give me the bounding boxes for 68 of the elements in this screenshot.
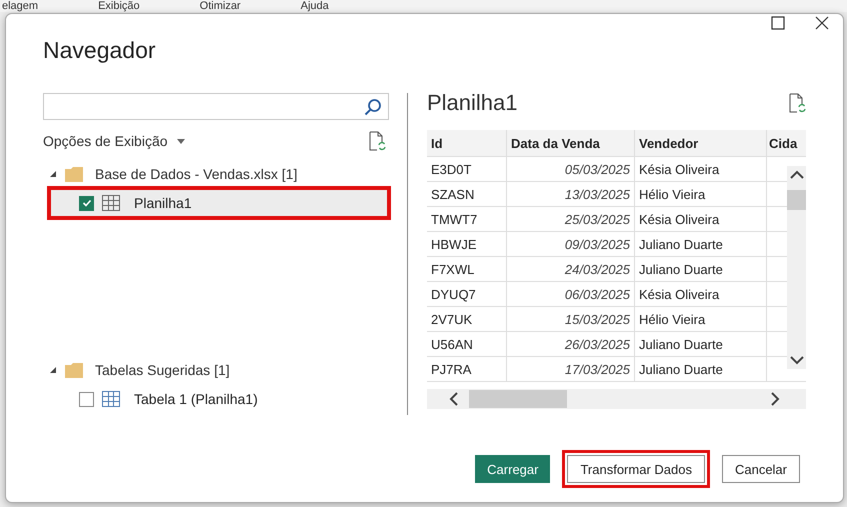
table-cell: Hélio Vieira [635, 307, 767, 331]
display-options-dropdown[interactable]: Opções de Exibição [43, 133, 168, 149]
table-cell: 09/03/2025 [507, 232, 635, 256]
table-cell: E3D0T [427, 157, 507, 181]
table-cell: Késia Oliveira [635, 157, 767, 181]
caret-icon[interactable] [176, 138, 185, 144]
column-header: Id [427, 130, 507, 156]
scroll-up-icon[interactable] [790, 170, 804, 180]
folder-icon [65, 362, 83, 378]
table-cell: U56AN [427, 332, 507, 356]
refresh-file-icon[interactable] [369, 131, 387, 151]
table-cell: SZASN [427, 182, 507, 206]
table-cell: 26/03/2025 [507, 332, 635, 356]
table-cell: 15/03/2025 [507, 307, 635, 331]
table-cell: F7XWL [427, 257, 507, 281]
expander-icon[interactable] [49, 366, 57, 374]
menu-item[interactable]: Exibição [98, 0, 140, 12]
scroll-right-icon[interactable] [770, 392, 780, 406]
tree-item[interactable]: Tabela 1 (Planilha1) [49, 384, 389, 414]
table-cell: 17/03/2025 [507, 357, 635, 381]
dialog-button[interactable]: Carregar [475, 455, 550, 483]
scroll-down-icon[interactable] [790, 355, 804, 365]
scroll-left-icon[interactable] [449, 392, 459, 406]
menu-item[interactable]: Otimizar [200, 0, 241, 12]
table-cell: 2V7UK [427, 307, 507, 331]
scrollbar-thumb[interactable] [787, 190, 806, 210]
expander-icon[interactable] [49, 170, 57, 178]
checkbox[interactable] [79, 196, 94, 210]
window-title: Navegador [42, 37, 157, 65]
column-header: Vendedor [635, 130, 767, 156]
column-header: Cida [768, 134, 798, 152]
tree-group-label[interactable]: Tabelas Sugeridas [1] [95, 362, 230, 378]
table-icon [102, 195, 120, 211]
checkmark-icon [82, 198, 92, 208]
maximize-icon[interactable] [771, 16, 785, 30]
close-icon[interactable] [815, 16, 829, 30]
table-cell: DYUQ7 [427, 282, 507, 306]
table-cell: Juliano Duarte [635, 257, 767, 281]
tree-group-label[interactable]: Base de Dados - Vendas.xlsx [1] [95, 166, 298, 182]
table-icon [102, 391, 120, 407]
column-header: Data da Venda [507, 130, 635, 156]
table-cell: 05/03/2025 [507, 157, 635, 181]
table-cell: HBWJE [427, 232, 507, 256]
search-field[interactable] [43, 93, 389, 120]
table-cell: 24/03/2025 [507, 257, 635, 281]
dialog-button[interactable]: Cancelar [722, 455, 800, 483]
search-icon [364, 98, 382, 116]
table-cell: Késia Oliveira [635, 207, 767, 231]
table-cell: 25/03/2025 [507, 207, 635, 231]
table-cell: TMWT7 [427, 207, 507, 231]
preview-title: Planilha1 [427, 90, 518, 116]
table-cell: Késia Oliveira [635, 282, 767, 306]
table-cell: Juliano Duarte [635, 232, 767, 256]
menu-item[interactable]: Ajuda [300, 0, 329, 12]
folder-icon [65, 166, 83, 182]
scrollbar-thumb[interactable] [469, 390, 567, 408]
table-cell: Juliano Duarte [635, 332, 767, 356]
table-cell: 13/03/2025 [507, 182, 635, 206]
refresh-file-icon[interactable] [789, 93, 807, 113]
table-cell: Juliano Duarte [635, 357, 767, 381]
tree-item[interactable]: Planilha1 [49, 188, 389, 218]
table-cell: PJ7RA [427, 357, 507, 381]
menu-item[interactable]: elagem [2, 0, 38, 12]
table-cell: Hélio Vieira [635, 182, 767, 206]
checkbox[interactable] [79, 392, 94, 406]
vertical-scrollbar[interactable] [787, 166, 806, 369]
dialog-button[interactable]: Transformar Dados [567, 455, 705, 483]
table-cell: 06/03/2025 [507, 282, 635, 306]
